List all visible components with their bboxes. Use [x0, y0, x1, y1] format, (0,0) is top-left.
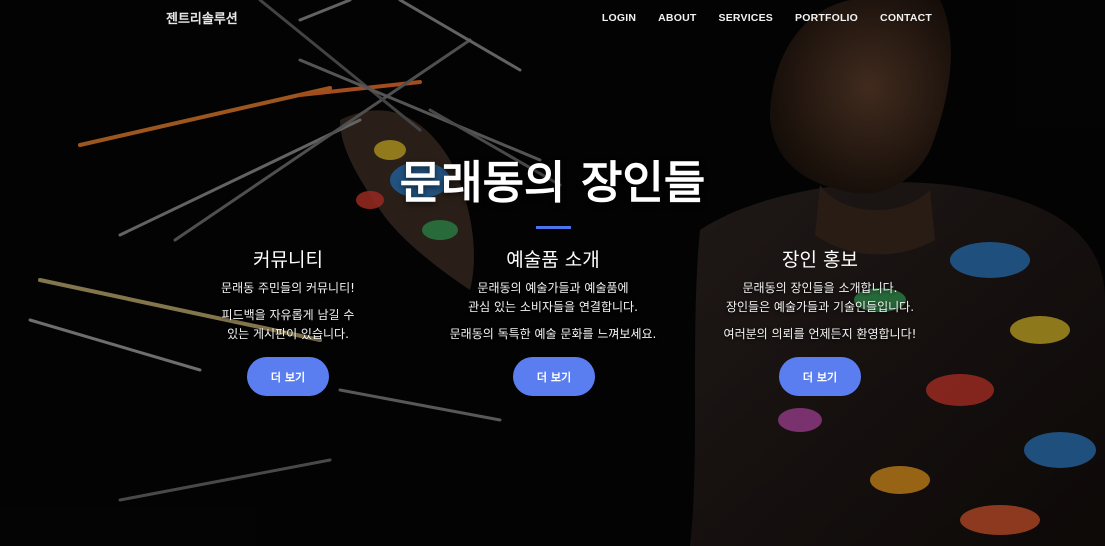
nav-about-link[interactable]: ABOUT [658, 12, 696, 24]
artisan-more-button[interactable]: 더 보기 [779, 357, 861, 396]
feature-community-heading: 커뮤니티 [253, 249, 323, 271]
feature-artisan-heading: 장인 홍보 [782, 249, 858, 271]
nav-contact-link[interactable]: CONTACT [880, 12, 932, 24]
feature-artwork: 예술품 소개 문래동의 예술가들과 예술품에 관심 있는 소비자들을 연결합니다.… [423, 247, 683, 344]
feature-artisan-text-1: 문래동의 장인들을 소개합니다. 장인들은 예술가들과 기술인들입니다. [725, 281, 915, 314]
hero-title: 문래동의 장인들 [399, 156, 706, 209]
feature-artwork-heading: 예술품 소개 [506, 249, 600, 271]
artwork-more-button[interactable]: 더 보기 [513, 357, 595, 396]
feature-community: 커뮤니티 문래동 주민들의 커뮤니티! 피드백을 자유롭게 남길 수 있는 게시판… [158, 247, 418, 344]
community-more-button[interactable]: 더 보기 [247, 357, 329, 396]
brand-logo-text[interactable]: 젠트리솔루션 [166, 8, 238, 27]
feature-artwork-text-2: 문래동의 독특한 예술 문화를 느껴보세요. [449, 327, 657, 341]
feature-community-text-1: 문래동 주민들의 커뮤니티! [221, 281, 355, 295]
nav-portfolio-link[interactable]: PORTFOLIO [795, 12, 858, 24]
title-divider [536, 226, 571, 229]
feature-community-text-2: 피드백을 자유롭게 남길 수 있는 게시판이 있습니다. [221, 308, 355, 341]
nav-menu: LOGIN ABOUT SERVICES PORTFOLIO CONTACT [602, 12, 932, 24]
feature-artisan: 장인 홍보 문래동의 장인들을 소개합니다. 장인들은 예술가들과 기술인들입니다… [690, 247, 950, 344]
feature-artwork-text-1: 문래동의 예술가들과 예술품에 관심 있는 소비자들을 연결합니다. [468, 281, 638, 314]
nav-services-link[interactable]: SERVICES [718, 12, 773, 24]
top-navbar: 젠트리솔루션 LOGIN ABOUT SERVICES PORTFOLIO CO… [0, 0, 1105, 36]
nav-login-link[interactable]: LOGIN [602, 12, 636, 24]
feature-artisan-text-2: 여러분의 의뢰를 언제든지 환영합니다! [723, 327, 917, 341]
